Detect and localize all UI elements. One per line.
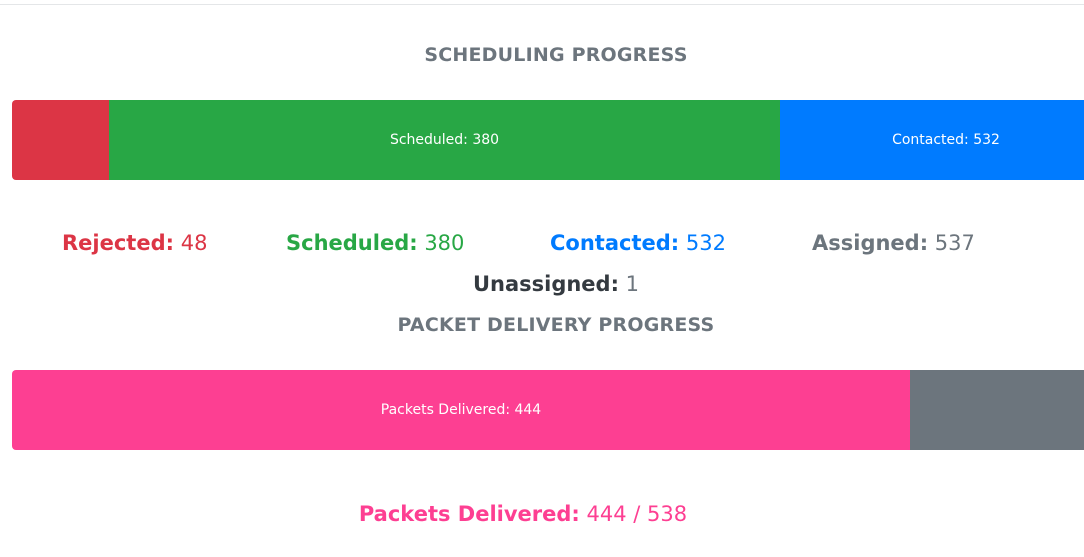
unassigned-stat-value: 1 xyxy=(625,272,640,296)
assigned-stat-label: Assigned: xyxy=(812,231,929,255)
assigned-stat-value: 537 xyxy=(934,231,975,255)
contacted-segment: Contacted: 532 xyxy=(780,100,1084,180)
scheduled-segment: Scheduled: 380 xyxy=(109,100,780,180)
scheduled-stat: Scheduled: 380 xyxy=(286,231,464,255)
scheduling-progress-bar: Scheduled: 380 Contacted: 532 xyxy=(12,100,1084,180)
contacted-stat-label: Contacted: xyxy=(550,231,680,255)
top-divider xyxy=(0,4,1084,5)
contacted-stat: Contacted: 532 xyxy=(550,231,726,255)
packets-delivered-stat-value: 444 / 538 xyxy=(586,502,688,526)
scheduled-stat-value: 380 xyxy=(424,231,465,255)
rejected-stat-value: 48 xyxy=(180,231,208,255)
unassigned-stat-label: Unassigned: xyxy=(472,272,619,296)
contacted-stat-value: 532 xyxy=(685,231,726,255)
packets-delivered-stat: Packets Delivered: 444 / 538 xyxy=(0,502,1046,526)
scheduled-stat-label: Scheduled: xyxy=(286,231,418,255)
rejected-stat: Rejected: 48 xyxy=(62,231,207,255)
packets-remaining-segment xyxy=(910,370,1084,450)
packets-delivered-stat-label: Packets Delivered: xyxy=(358,502,580,526)
packet-delivery-progress-bar: Packets Delivered: 444 xyxy=(12,370,1084,450)
assigned-stat: Assigned: 537 xyxy=(812,231,975,255)
packets-delivered-segment: Packets Delivered: 444 xyxy=(12,370,910,450)
rejected-segment xyxy=(12,100,109,180)
dashboard-panel: { "colors": { "rejected": "#dc3545", "sc… xyxy=(0,0,1084,557)
packet-delivery-progress-title: PACKET DELIVERY PROGRESS xyxy=(397,314,715,336)
unassigned-stat: Unassigned: 1 xyxy=(0,272,1084,296)
scheduling-progress-title: SCHEDULING PROGRESS xyxy=(424,44,688,66)
rejected-stat-label: Rejected: xyxy=(62,231,175,255)
